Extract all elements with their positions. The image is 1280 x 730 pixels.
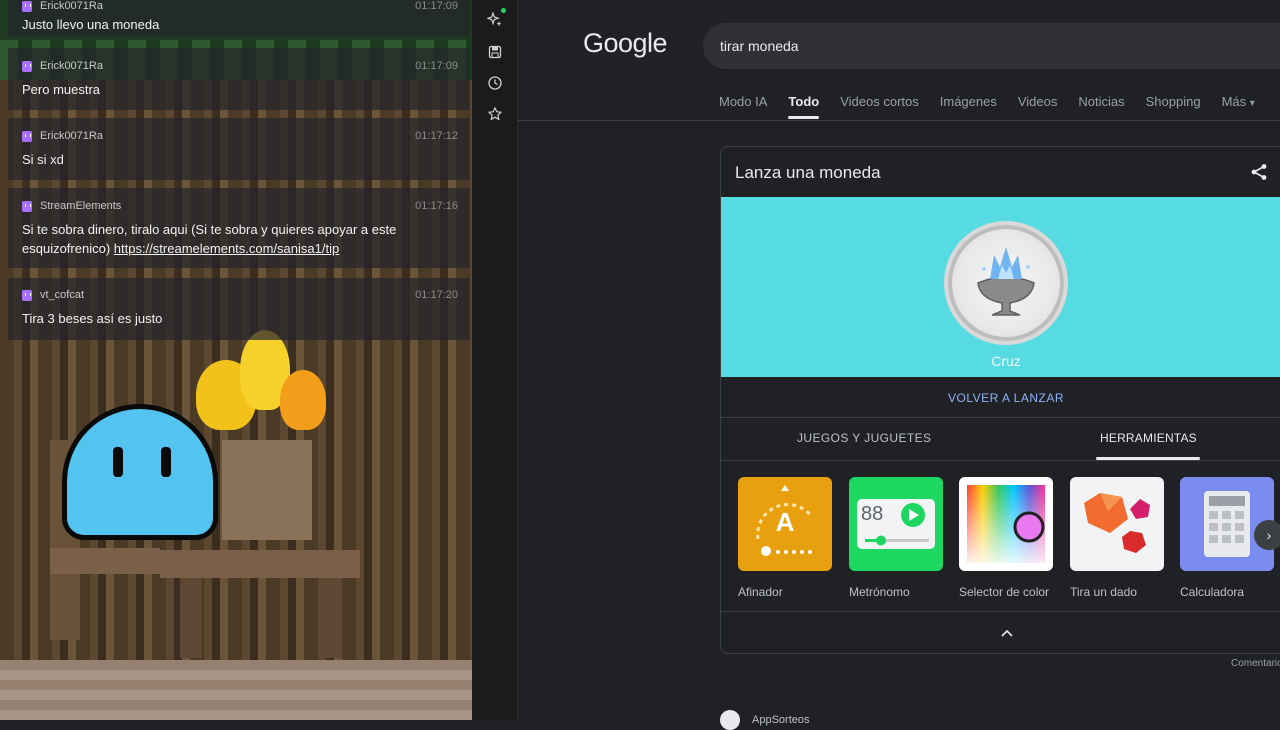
search-tabs: Modo IA Todo Videos cortos Imágenes Vide…	[719, 94, 1255, 120]
tab-mas[interactable]: Más ▾	[1222, 94, 1255, 120]
metronome-glyph: 88	[861, 503, 884, 525]
coin-area[interactable]: Cruz	[721, 197, 1280, 377]
chat-text: Si te sobra dinero, tiralo aqui (Si te s…	[22, 220, 458, 258]
search-input[interactable]: tirar moneda	[703, 23, 1280, 69]
coin-result: Cruz	[991, 353, 1021, 369]
table-leg	[180, 578, 202, 658]
chat-text: Justo llevo una moneda	[22, 17, 160, 32]
twitch-icon	[22, 200, 32, 212]
tool-label: Calculadora	[1180, 585, 1245, 599]
tool-label: Selector de color	[959, 585, 1050, 599]
chat-username: vt_cofcat	[40, 289, 85, 301]
chat-username: StreamElements	[40, 200, 122, 212]
tab-todo[interactable]: Todo	[788, 94, 819, 120]
coin-flip-card: Lanza una moneda Cruz VOLVER A LANZAR JU…	[720, 146, 1280, 654]
tool-label: Afinador	[738, 585, 783, 599]
chat-message: Erick0071Ra 01:17:12 Si si xd	[8, 118, 470, 180]
chat-message: Erick0071Ra 01:17:09 Pero muestra	[8, 48, 470, 110]
twitch-icon	[22, 130, 32, 142]
google-logo[interactable]: Google	[583, 28, 668, 59]
tool-label: Metrónomo	[849, 585, 910, 599]
result-appsorteos[interactable]: AppSorteos	[720, 710, 809, 730]
card-title: Lanza una moneda	[735, 163, 881, 182]
chat-timestamp: 01:17:09	[415, 60, 458, 72]
metronome-icon: 88	[849, 477, 943, 571]
chat-username: Erick0071Ra	[40, 60, 103, 72]
floor	[0, 660, 472, 720]
chat-message: StreamElements 01:17:16 Si te sobra dine…	[8, 188, 470, 268]
tab-imagenes[interactable]: Imágenes	[940, 94, 997, 120]
twitch-icon	[22, 60, 32, 72]
tab-shopping[interactable]: Shopping	[1146, 94, 1201, 120]
chat-message: Erick0071Ra 01:17:09 Justo llevo una mon…	[8, 0, 470, 36]
site-favicon-icon	[720, 710, 740, 730]
tool-metronomo[interactable]: 88 Metrónomo	[849, 477, 943, 599]
card-divider	[721, 460, 1280, 461]
twitch-icon	[22, 0, 32, 12]
relaunch-button[interactable]: VOLVER A LANZAR	[721, 391, 1280, 405]
tool-afinador[interactable]: A Afinador	[738, 477, 832, 599]
chair-seat	[50, 548, 160, 574]
tab-juegos-y-juguetes[interactable]: JUEGOS Y JUGUETES	[797, 431, 931, 445]
slime-avatar	[62, 404, 218, 540]
tool-label: Tira un dado	[1070, 585, 1137, 599]
chat-username: Erick0071Ra	[40, 0, 103, 12]
share-icon[interactable]	[1250, 163, 1270, 183]
twitch-icon	[22, 289, 32, 301]
notification-dot	[501, 8, 506, 13]
dropdown-arrow-icon: ▾	[1249, 98, 1255, 109]
tab-videos[interactable]: Videos	[1018, 94, 1058, 120]
chat-text: Si si xd	[22, 152, 64, 167]
tuner-icon: A	[738, 477, 832, 571]
result-site-name: AppSorteos	[752, 714, 810, 726]
feedback-link[interactable]: Comentarios	[1231, 658, 1280, 669]
table-leg	[320, 578, 342, 658]
tip-link[interactable]: https://streamelements.com/sanisa1/tip	[114, 241, 339, 256]
card-divider	[721, 417, 1280, 418]
chat-timestamp: 01:17:16	[415, 200, 458, 212]
save-page-icon[interactable]	[485, 42, 505, 62]
browser-sidebar	[472, 0, 518, 720]
history-icon[interactable]	[485, 73, 505, 93]
star-icon[interactable]	[485, 104, 505, 124]
tool-tira-dado[interactable]: Tira un dado	[1070, 477, 1164, 599]
search-page: Google tirar moneda Modo IA Todo Videos …	[518, 0, 1280, 730]
sparkle-icon[interactable]	[485, 10, 505, 30]
chat-text: Pero muestra	[22, 82, 101, 97]
slime-eye	[113, 447, 123, 477]
tabs-divider	[518, 120, 1280, 121]
tool-selector-color[interactable]: Selector de color	[959, 477, 1053, 599]
tab-herramientas[interactable]: HERRAMIENTAS	[1100, 431, 1197, 445]
tuner-glyph: A	[775, 507, 795, 537]
chat-timestamp: 01:17:09	[415, 0, 458, 12]
chat-timestamp: 01:17:20	[415, 289, 458, 301]
chat-message: vt_cofcat 01:17:20 Tira 3 beses así es j…	[8, 278, 470, 340]
dice-icon	[1070, 477, 1164, 571]
coin-image[interactable]	[944, 221, 1068, 345]
tab-videos-cortos[interactable]: Videos cortos	[840, 94, 919, 120]
chat-text: Tira 3 beses así es justo	[22, 311, 163, 326]
chat-timestamp: 01:17:12	[415, 130, 458, 142]
brazier	[222, 440, 312, 540]
chat-username: Erick0071Ra	[40, 130, 103, 142]
tab-mas-label: Más	[1221, 94, 1247, 109]
tab-modo-ia[interactable]: Modo IA	[719, 94, 767, 120]
flame	[280, 370, 326, 430]
next-arrow-button[interactable]: ›	[1254, 520, 1280, 550]
color-picker-icon	[959, 477, 1053, 571]
table-top	[160, 550, 360, 578]
slime-eye	[161, 447, 171, 477]
collapse-chevron-icon[interactable]	[997, 625, 1017, 641]
card-divider	[721, 611, 1280, 612]
tab-noticias[interactable]: Noticias	[1078, 94, 1124, 120]
